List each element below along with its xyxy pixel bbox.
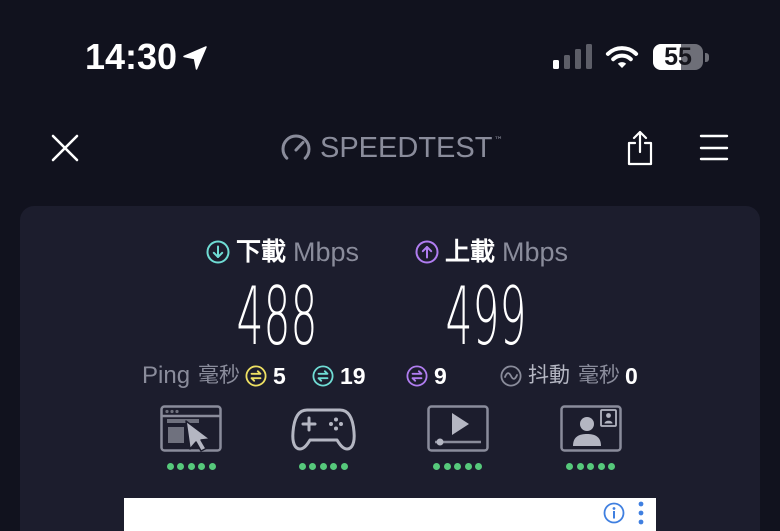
web-browsing-icon: [160, 405, 222, 452]
rating-dot: [566, 462, 573, 470]
rating-dots: [283, 462, 363, 470]
rating-dot: [475, 462, 482, 470]
wifi-icon: [605, 46, 639, 68]
rating-dots: [151, 462, 231, 470]
video-call-icon: [559, 405, 622, 452]
ping-unit: 毫秒: [198, 364, 240, 387]
rating-dot: [608, 462, 615, 470]
web-browsing-quality: [151, 405, 231, 471]
rating-dot: [177, 462, 184, 470]
location-arrow-icon: [183, 46, 207, 70]
download-speed-value: 488: [236, 270, 318, 363]
trademark-mark: ™: [494, 136, 503, 146]
rating-dot: [340, 462, 348, 470]
upload-arrow-icon: [415, 240, 439, 264]
rating-dot: [454, 462, 461, 470]
status-bar: 14:30 55: [0, 0, 780, 100]
jitter-wave-icon: [500, 365, 522, 387]
upload-latency-icon: [406, 365, 428, 387]
battery-icon: 55: [653, 44, 703, 70]
video-streaming-icon: [426, 405, 489, 452]
signal-bar: [575, 49, 581, 69]
rating-dot: [166, 462, 174, 470]
rating-dot: [597, 462, 605, 470]
rating-dot: [198, 462, 205, 470]
signal-bar: [553, 60, 559, 69]
jitter-unit: 毫秒: [578, 364, 620, 387]
menu-button[interactable]: [693, 127, 735, 169]
cellular-signal-icon: [553, 44, 592, 69]
rating-dot: [433, 462, 440, 470]
rating-dot: [319, 462, 327, 470]
upload-label: 上載: [445, 238, 496, 266]
share-icon: [627, 130, 653, 166]
gaming-quality: [283, 405, 363, 471]
video-call-quality: [551, 405, 631, 471]
rating-dot: [298, 462, 306, 470]
download-unit: Mbps: [293, 237, 360, 267]
speedtest-logo: SPEEDTEST: [320, 132, 493, 164]
battery-cap: [705, 53, 709, 62]
rating-dots: [551, 462, 631, 470]
rating-dots: [418, 462, 498, 470]
status-time: 14:30: [85, 36, 178, 77]
share-button[interactable]: [619, 127, 661, 169]
close-button[interactable]: [44, 127, 86, 169]
upload-unit: Mbps: [502, 237, 569, 267]
download-latency-icon: [312, 365, 334, 387]
video-streaming-quality: [418, 405, 498, 471]
rating-dot: [309, 462, 316, 470]
info-icon[interactable]: [603, 502, 625, 524]
gaming-controller-icon: [290, 408, 356, 451]
more-vertical-icon[interactable]: [637, 501, 645, 525]
upload-latency-value: 9: [434, 363, 447, 389]
rating-dot: [208, 462, 216, 470]
hamburger-menu-icon: [699, 134, 729, 161]
rating-dot: [187, 462, 195, 470]
idle-latency-icon: [245, 365, 267, 387]
close-icon: [51, 134, 79, 162]
rating-dot: [464, 462, 472, 470]
battery-percent: 55: [664, 44, 692, 70]
jitter-value: 0: [625, 363, 638, 389]
download-arrow-icon: [206, 240, 230, 264]
signal-bar: [564, 55, 570, 69]
speedometer-icon: [281, 134, 311, 160]
results-card: 下載 Mbps 上載 Mbps 488 499 Ping 毫秒 5 19 9 抖…: [20, 206, 760, 531]
rating-dot: [576, 462, 584, 470]
ad-banner[interactable]: [124, 498, 656, 531]
rating-dot: [443, 462, 451, 470]
signal-bar: [586, 44, 592, 69]
jitter-label: 抖動: [528, 364, 570, 387]
rating-dot: [330, 462, 337, 470]
upload-speed-value: 499: [445, 270, 527, 363]
ping-label: Ping: [142, 362, 191, 389]
download-latency-value: 19: [340, 363, 366, 389]
idle-latency-value: 5: [273, 363, 286, 389]
download-label: 下載: [236, 238, 287, 266]
rating-dot: [587, 462, 594, 470]
